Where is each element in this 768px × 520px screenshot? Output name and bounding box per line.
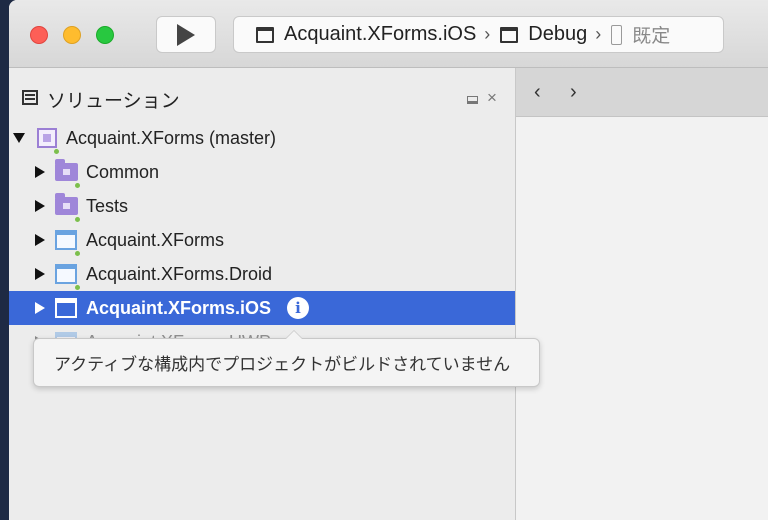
collapse-arrow-icon[interactable] bbox=[35, 234, 45, 246]
tree-row-label: Common bbox=[86, 161, 160, 182]
project-icon bbox=[55, 298, 77, 318]
play-icon bbox=[177, 23, 195, 46]
folder-icon bbox=[55, 159, 78, 181]
window-close-button[interactable] bbox=[30, 26, 48, 44]
configuration-window-icon bbox=[500, 26, 519, 43]
chevron-right-icon: › bbox=[484, 24, 491, 44]
editor-area: ‹ › bbox=[516, 68, 768, 520]
git-status-icon bbox=[75, 217, 80, 222]
tree-row-label: Tests bbox=[86, 195, 129, 216]
solution-pad-header: ソリューション × bbox=[9, 68, 515, 124]
tree-row-label: Acquaint.XForms.Droid bbox=[86, 263, 273, 284]
expand-arrow-icon[interactable] bbox=[13, 133, 25, 143]
solution-pad: ソリューション × Acquaint.XForms (master) Commo… bbox=[9, 68, 516, 520]
tree-row-label: Acquaint.XForms.iOS bbox=[86, 297, 272, 318]
main-toolbar: Acquaint.XForms.iOS › Debug › 既定 bbox=[9, 0, 768, 68]
solution-pad-title: ソリューション bbox=[47, 91, 180, 112]
project-icon bbox=[55, 230, 77, 250]
run-button[interactable] bbox=[156, 16, 216, 53]
project-icon bbox=[55, 264, 77, 284]
build-configuration-selector[interactable]: Debug bbox=[528, 23, 587, 46]
tree-row-solution[interactable]: Acquaint.XForms (master) bbox=[9, 121, 515, 155]
forward-arrow-icon[interactable]: › bbox=[570, 81, 577, 104]
active-project-selector[interactable]: Acquaint.XForms.iOS bbox=[284, 23, 476, 46]
git-status-icon bbox=[75, 285, 80, 290]
info-icon[interactable]: i bbox=[287, 297, 309, 319]
tooltip-text: アクティブな構成内でプロジェクトがビルドされていません bbox=[54, 355, 511, 374]
close-icon[interactable]: × bbox=[487, 88, 497, 108]
collapse-arrow-icon[interactable] bbox=[35, 268, 45, 280]
configuration-selector: Acquaint.XForms.iOS › Debug › 既定 bbox=[233, 16, 724, 53]
window-minimize-button[interactable] bbox=[63, 26, 81, 44]
git-status-icon bbox=[54, 149, 59, 154]
git-status-icon bbox=[75, 183, 80, 188]
chevron-right-icon: › bbox=[595, 24, 602, 44]
git-status-icon bbox=[75, 251, 80, 256]
folder-icon bbox=[55, 193, 78, 215]
tree-row-label: Acquaint.XForms (master) bbox=[66, 127, 277, 148]
tree-row-project[interactable]: Acquaint.XForms.Droid bbox=[9, 257, 515, 291]
collapse-arrow-icon[interactable] bbox=[35, 200, 45, 212]
solution-icon bbox=[37, 128, 57, 148]
window-maximize-button[interactable] bbox=[96, 26, 114, 44]
tree-row-folder[interactable]: Common bbox=[9, 155, 515, 189]
tree-row-project-selected[interactable]: Acquaint.XForms.iOS i bbox=[9, 291, 515, 325]
device-selector[interactable]: 既定 bbox=[632, 21, 670, 48]
tree-row-folder[interactable]: Tests bbox=[9, 189, 515, 223]
collapse-arrow-icon[interactable] bbox=[35, 166, 45, 178]
ide-window: Acquaint.XForms.iOS › Debug › 既定 ソリューション… bbox=[9, 0, 768, 520]
dock-icon[interactable] bbox=[467, 96, 478, 104]
back-arrow-icon[interactable]: ‹ bbox=[534, 81, 541, 104]
tree-row-project[interactable]: Acquaint.XForms bbox=[9, 223, 515, 257]
device-phone-icon bbox=[611, 24, 623, 45]
solution-pad-icon bbox=[22, 90, 38, 105]
project-window-icon bbox=[256, 26, 274, 43]
build-status-tooltip: アクティブな構成内でプロジェクトがビルドされていません bbox=[33, 330, 540, 387]
collapse-arrow-icon[interactable] bbox=[35, 302, 45, 314]
tree-row-label: Acquaint.XForms bbox=[86, 229, 225, 250]
editor-nav-bar: ‹ › bbox=[516, 68, 768, 117]
